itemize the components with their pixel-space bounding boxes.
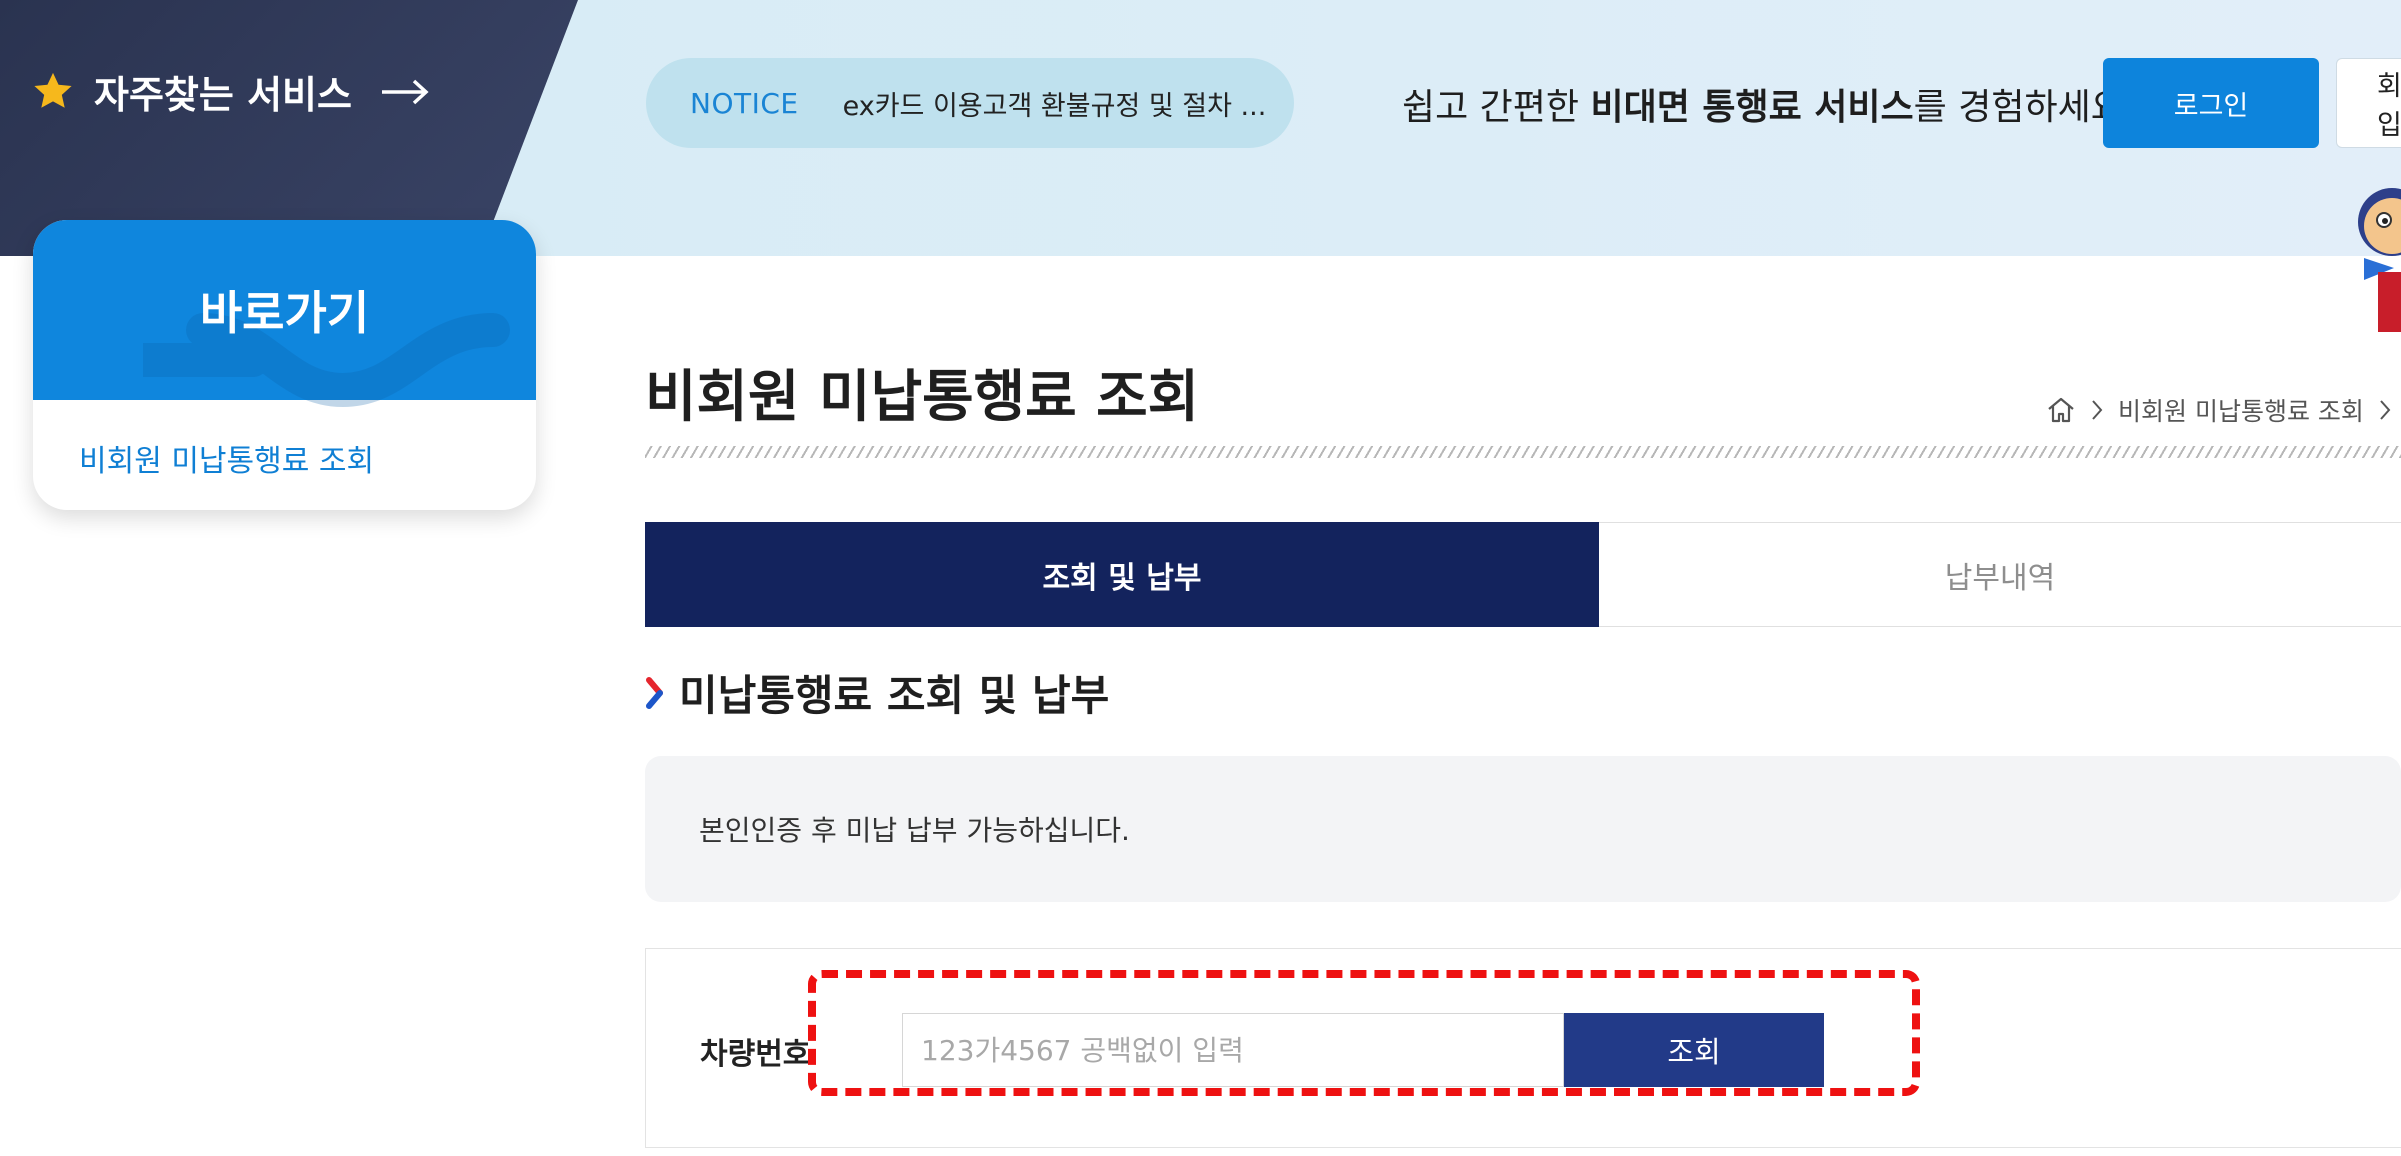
breadcrumb-current[interactable]: 비회원 미납통행료 조회 [2118, 392, 2364, 428]
section-heading: 미납통행료 조회 및 납부 [645, 662, 1109, 723]
star-icon [34, 72, 72, 108]
promo-text: 쉽고 간편한 비대면 통행료 서비스를 경험하세요 [1402, 78, 2124, 130]
promo-prefix: 쉽고 간편한 [1402, 87, 1591, 128]
vehicle-search-form: 차량번호 조회 [645, 948, 2401, 1148]
tab-payment-history[interactable]: 납부내역 [1599, 522, 2401, 627]
notice-text[interactable]: ex카드 이용고객 환불규정 및 절차 ... [843, 84, 1267, 123]
vehicle-number-label: 차량번호 [700, 1037, 811, 1072]
quick-links-title: 바로가기 [199, 286, 370, 340]
sidebar-item-nonmember-toll[interactable]: 비회원 미납통행료 조회 [33, 436, 536, 480]
page-title: 비회원 미납통행료 조회 [645, 365, 1200, 430]
arrow-right-icon [380, 78, 430, 106]
mascot-image [2358, 188, 2401, 332]
vehicle-number-input[interactable] [902, 1013, 1564, 1087]
tab-inquiry-payment[interactable]: 조회 및 납부 [645, 522, 1599, 627]
search-button[interactable]: 조회 [1564, 1013, 1824, 1087]
section-chevron-icon [646, 676, 663, 709]
favorites-service-link[interactable]: 자주찾는 서비스 [30, 64, 430, 119]
chevron-right-icon [2380, 400, 2391, 420]
info-message: 본인인증 후 미납 납부 가능하십니다. [645, 756, 2401, 902]
quick-links-card: 바로가기 비회원 미납통행료 조회 [33, 220, 536, 510]
promo-suffix: 를 경험하세요 [1913, 87, 2124, 128]
breadcrumb: 비회원 미납통행료 조회 [2046, 392, 2392, 428]
home-icon[interactable] [2046, 396, 2076, 424]
notice-bar[interactable]: NOTICE ex카드 이용고객 환불규정 및 절차 ... [646, 58, 1294, 148]
promo-bold: 비대면 통행료 서비스 [1590, 87, 1914, 128]
login-button[interactable]: 로그인 [2103, 58, 2319, 148]
notice-label: NOTICE [690, 86, 799, 120]
section-title: 미납통행료 조회 및 납부 [679, 671, 1110, 720]
tab-bar: 조회 및 납부 납부내역 [645, 522, 2401, 627]
favorites-panel [0, 0, 578, 256]
chevron-right-icon [2092, 400, 2103, 420]
title-divider [645, 446, 2401, 458]
join-button[interactable]: 회원가입 [2336, 58, 2401, 148]
quick-links-header: 바로가기 [33, 220, 536, 408]
favorites-label: 자주찾는 서비스 [94, 73, 352, 117]
